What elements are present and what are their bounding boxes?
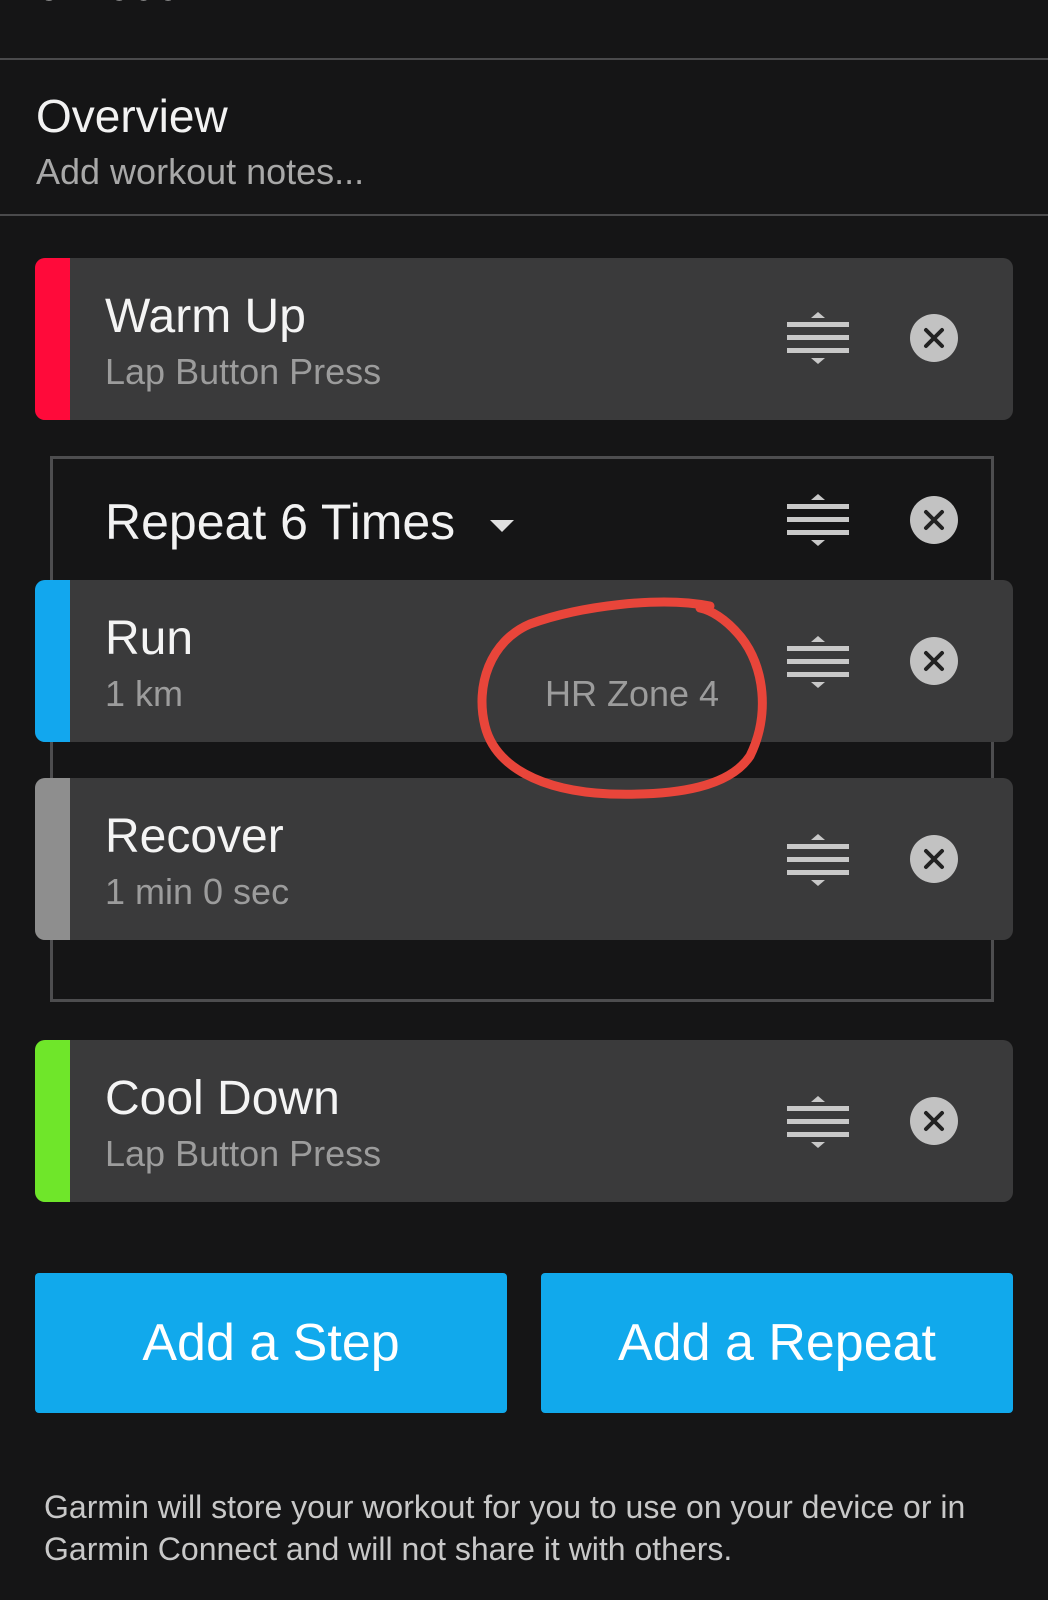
step-warmup[interactable]: Warm Up Lap Button Press xyxy=(35,258,1013,420)
close-icon xyxy=(924,510,944,530)
step-duration: Lap Button Press xyxy=(105,351,382,392)
drag-handle-icon[interactable] xyxy=(787,834,849,886)
workout-notes-field[interactable]: Add workout notes... xyxy=(36,150,364,194)
drag-handle-icon[interactable] xyxy=(787,1096,849,1148)
remove-step-button[interactable] xyxy=(910,835,958,883)
divider-top xyxy=(0,58,1048,60)
remove-step-button[interactable] xyxy=(910,637,958,685)
repeat-count-label[interactable]: Repeat 6 Times xyxy=(105,490,455,554)
step-name: Warm Up xyxy=(105,290,306,343)
remove-step-button[interactable] xyxy=(910,314,958,362)
step-color-bar xyxy=(35,778,70,940)
add-repeat-button[interactable]: Add a Repeat xyxy=(541,1273,1013,1413)
step-run[interactable]: Run 1 km HR Zone 4 xyxy=(35,580,1013,742)
step-cooldown[interactable]: Cool Down Lap Button Press xyxy=(35,1040,1013,1202)
caret-down-icon[interactable] xyxy=(490,520,514,532)
overview-title: Overview xyxy=(36,90,228,142)
close-icon xyxy=(924,849,944,869)
close-icon xyxy=(924,1111,944,1131)
step-name: Cool Down xyxy=(105,1072,340,1125)
step-duration: 1 min 0 sec xyxy=(105,871,290,912)
close-icon xyxy=(924,651,944,671)
privacy-note: Garmin will store your workout for you t… xyxy=(44,1489,966,1567)
remove-step-button[interactable] xyxy=(910,1097,958,1145)
workout-editor: 6x1000 Overview Add workout notes... War… xyxy=(0,0,1048,1600)
step-duration: 1 km xyxy=(105,673,184,714)
drag-handle-icon[interactable] xyxy=(787,494,849,546)
drag-handle-icon[interactable] xyxy=(787,636,849,688)
remove-repeat-button[interactable] xyxy=(910,496,958,544)
add-step-button[interactable]: Add a Step xyxy=(35,1273,507,1413)
step-color-bar xyxy=(35,580,70,742)
workout-title[interactable]: 6x1000 xyxy=(36,0,180,16)
drag-handle-icon[interactable] xyxy=(787,312,849,364)
step-name: Run xyxy=(105,612,194,665)
step-duration: Lap Button Press xyxy=(105,1133,382,1174)
divider-overview xyxy=(0,214,1048,216)
step-target: HR Zone 4 xyxy=(545,673,720,714)
close-icon xyxy=(924,328,944,348)
step-color-bar xyxy=(35,1040,70,1202)
step-color-bar xyxy=(35,258,70,420)
step-name: Recover xyxy=(105,810,284,863)
step-recover[interactable]: Recover 1 min 0 sec xyxy=(35,778,1013,940)
